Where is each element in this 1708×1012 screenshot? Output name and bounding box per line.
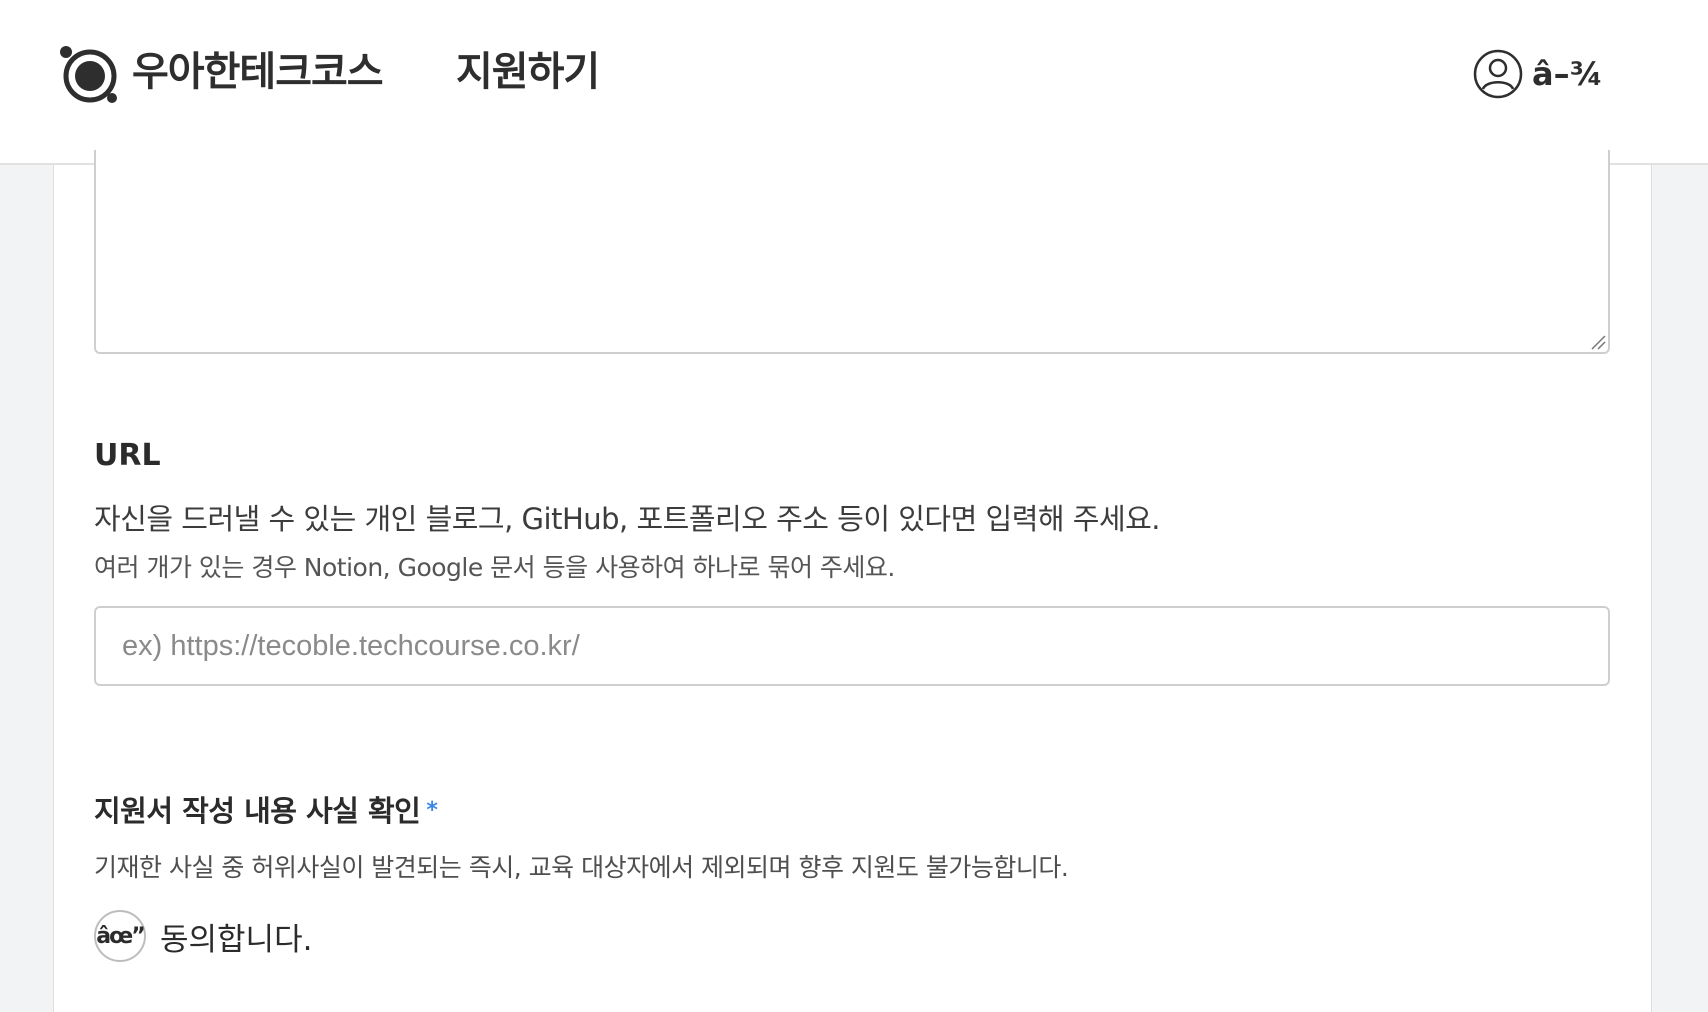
url-section-title: URL (94, 438, 161, 473)
page-title: 지원하기 (456, 49, 600, 95)
resize-handle-icon[interactable] (1590, 334, 1606, 350)
agree-checkbox[interactable]: âœ” (94, 910, 146, 962)
url-section-description: 자신을 드러낼 수 있는 개인 블로그, GitHub, 포트폴리오 주소 등이… (94, 502, 1161, 536)
app-header: 우아한테크코스 지원하기 â–¾ (0, 0, 1708, 165)
user-circle-icon (1473, 49, 1523, 99)
required-mark: * (426, 798, 438, 823)
previous-answer-textarea[interactable] (94, 150, 1610, 354)
user-menu-button[interactable]: â–¾ (1472, 46, 1603, 102)
confirm-title-text: 지원서 작성 내용 사실 확인 (94, 794, 421, 828)
agree-checkbox-row[interactable]: âœ” 동의합니다. (94, 910, 312, 962)
confirm-section-title: 지원서 작성 내용 사실 확인 * (94, 788, 438, 830)
brand-title[interactable]: 우아한테크코스 (132, 40, 384, 104)
url-input[interactable] (94, 606, 1610, 686)
user-menu-label: â–¾ (1532, 55, 1603, 93)
confirm-section-description: 기재한 사실 중 허위사실이 발견되는 즉시, 교육 대상자에서 제외되며 향후… (94, 853, 1069, 882)
agree-label[interactable]: 동의합니다. (160, 914, 312, 959)
url-section-hint: 여러 개가 있는 경우 Notion, Google 문서 등을 사용하여 하나… (94, 553, 895, 582)
techcourse-logo-icon[interactable] (56, 42, 120, 106)
